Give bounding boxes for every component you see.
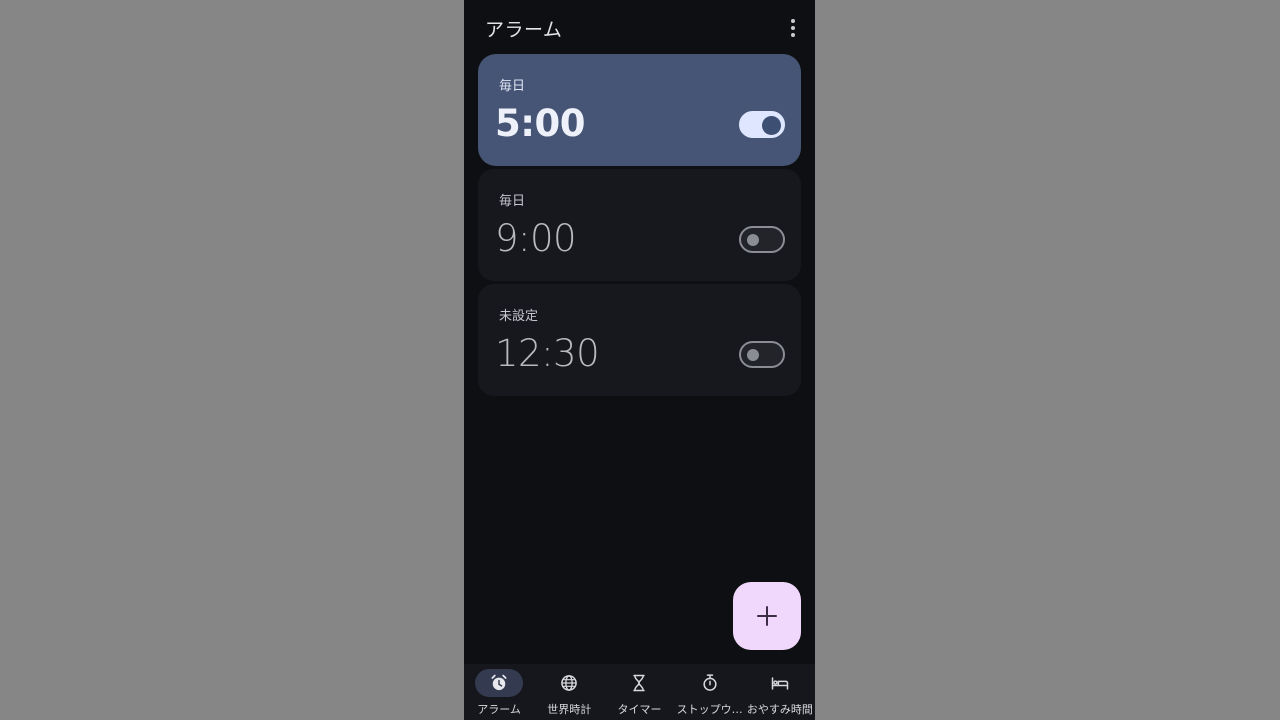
nav-indicator — [545, 669, 593, 697]
alarm-toggle[interactable] — [739, 226, 785, 253]
nav-indicator — [686, 669, 734, 697]
nav-indicator — [615, 669, 663, 697]
alarm-card-2[interactable]: 毎日 9:00 — [478, 169, 801, 281]
phone-screen: アラーム 毎日 5:00 毎日 9:00 未設定 12:30 アラーム 世界時計… — [464, 0, 815, 720]
alarm-time[interactable]: 9:00 — [495, 217, 577, 260]
hourglass-icon — [633, 674, 646, 692]
globe-icon — [561, 675, 578, 691]
nav-label: おやすみ時間 — [746, 703, 813, 716]
alarm-card-3[interactable]: 未設定 12:30 — [478, 284, 801, 396]
plus-icon — [757, 606, 777, 626]
alarm-card-1[interactable]: 毎日 5:00 — [478, 54, 801, 166]
alarm-toggle[interactable] — [739, 341, 785, 368]
toggle-knob — [747, 349, 759, 361]
nav-tab-world-clock[interactable]: 世界時計 — [534, 664, 604, 720]
alarm-repeat-label[interactable]: 毎日 — [499, 75, 525, 94]
page-title: アラーム — [485, 19, 563, 41]
alarm-time[interactable]: 12:30 — [495, 332, 600, 375]
nav-label: 世界時計 — [547, 703, 592, 716]
nav-label: ストップウ… — [676, 703, 743, 716]
more-vert-icon-dot — [791, 26, 795, 30]
alarm-clock-icon — [491, 674, 507, 691]
alarm-time[interactable]: 5:00 — [495, 102, 586, 145]
toggle-knob — [762, 116, 781, 135]
add-alarm-button[interactable] — [733, 582, 801, 650]
nav-indicator — [475, 669, 524, 697]
nav-label: タイマー — [617, 703, 662, 716]
nav-label: アラーム — [477, 703, 521, 716]
nav-tab-stopwatch[interactable]: ストップウ… — [675, 664, 745, 720]
more-vert-icon — [791, 19, 795, 23]
nav-tab-timer[interactable]: タイマー — [604, 664, 674, 720]
alarm-repeat-label[interactable]: 未設定 — [499, 305, 538, 324]
bottom-navigation: アラーム 世界時計 タイマー ストップウ… おやすみ時間 — [464, 664, 815, 720]
stopwatch-icon — [703, 674, 717, 691]
more-options-button[interactable] — [783, 16, 803, 40]
alarm-toggle[interactable] — [739, 111, 785, 138]
nav-indicator — [756, 669, 804, 697]
toggle-knob — [747, 234, 759, 246]
app-header: アラーム — [464, 0, 815, 54]
nav-tab-bedtime[interactable]: おやすみ時間 — [745, 664, 815, 720]
nav-tab-alarm[interactable]: アラーム — [464, 664, 534, 720]
alarm-repeat-label[interactable]: 毎日 — [499, 190, 525, 209]
more-vert-icon-dot — [791, 33, 795, 37]
bed-icon — [771, 677, 789, 690]
